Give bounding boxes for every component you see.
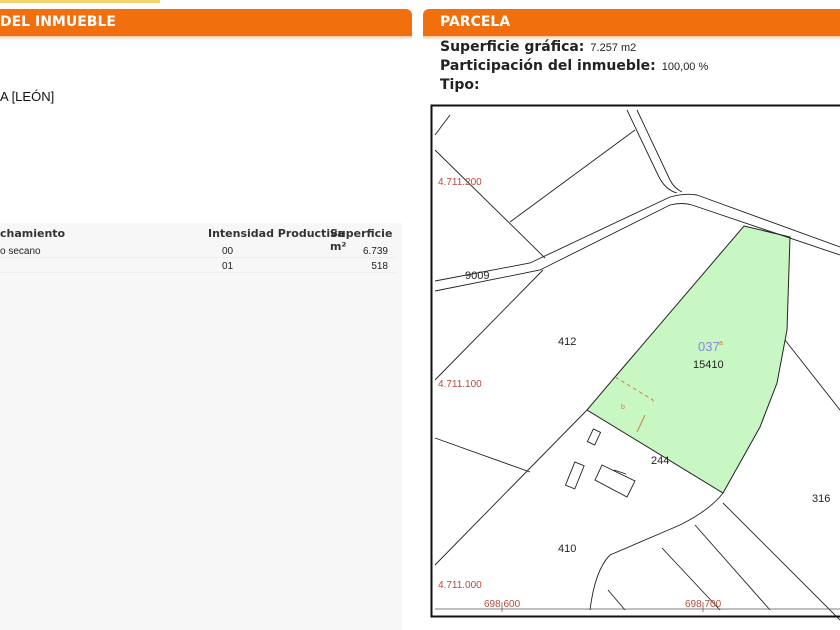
- superficie-row: Superficie gráfica: 7.257 m2: [440, 39, 636, 55]
- parcel-label-316: 316: [812, 493, 831, 505]
- cadastral-map[interactable]: 4.711.200 4.711.100 4.711.000 698.600 69…: [430, 100, 840, 630]
- y-coord-label: 4.711.100: [438, 379, 482, 390]
- map-drawing: [430, 104, 840, 621]
- cell-area: 518: [371, 261, 388, 272]
- inmueble-header: DEL INMUEBLE: [0, 9, 412, 40]
- parcel-label-410: 410: [558, 543, 577, 555]
- participacion-value: 100,00 %: [661, 61, 709, 73]
- x-coord-label: 698.700: [685, 599, 722, 610]
- cell-area: 6.739: [362, 246, 388, 257]
- participacion-label: Participación del inmueble:: [440, 58, 656, 74]
- subparcel-b-label: b: [621, 404, 625, 411]
- cell-intensity: 00: [222, 246, 234, 257]
- road-label: 9009: [465, 270, 490, 282]
- tipo-label: Tipo:: [440, 77, 480, 93]
- superficie-label: Superficie gráfica:: [440, 39, 585, 55]
- subparcel-a-label: a: [719, 340, 723, 347]
- table-row: 01 518: [0, 260, 396, 273]
- parcela-header: PARCELA: [423, 9, 840, 40]
- parcel-label-037: 037: [698, 339, 720, 354]
- parcel-label-412: 412: [558, 336, 577, 348]
- cultivos-table: chamiento Intensidad Productiva Superfic…: [0, 223, 402, 630]
- table-row: o secano 00 6.739: [0, 245, 396, 258]
- top-accent-bar: [0, 0, 160, 3]
- cell-intensity: 01: [222, 261, 234, 272]
- y-coord-label: 4.711.200: [438, 177, 482, 188]
- participacion-row: Participación del inmueble: 100,00 %: [440, 58, 708, 74]
- location-text: A [LEÓN]: [0, 89, 55, 104]
- x-coord-label: 698.600: [484, 599, 521, 610]
- parcel-label-15410: 15410: [693, 359, 724, 371]
- col-header-use: chamiento: [0, 227, 66, 240]
- y-coord-label: 4.711.000: [438, 580, 482, 591]
- col-header-intensity: Intensidad Productiva: [208, 227, 345, 240]
- cell-use: o secano: [0, 246, 41, 257]
- parcel-label-244: 244: [651, 455, 670, 467]
- superficie-value: 7.257 m2: [590, 42, 637, 54]
